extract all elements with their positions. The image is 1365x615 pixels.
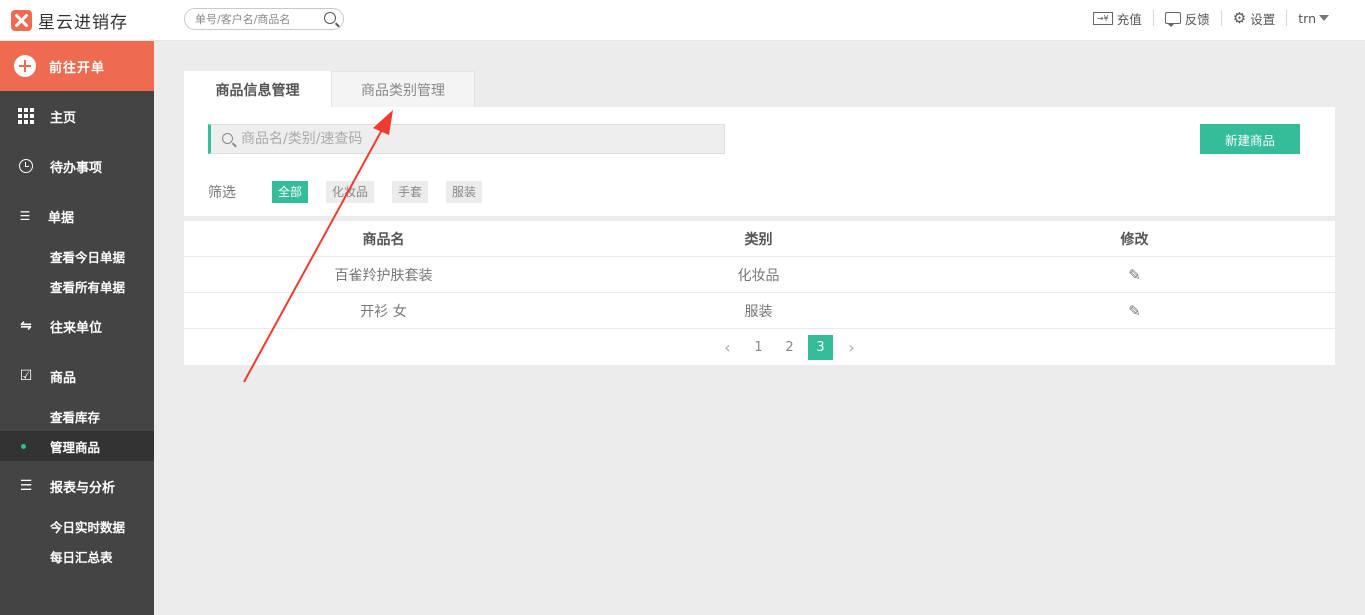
filter-chip-clothing[interactable]: 服装: [446, 181, 483, 203]
sidebar-item-label: 报表与分析: [50, 480, 116, 496]
recharge-label: 充值: [1116, 11, 1142, 27]
sidebar-subitem-inventory[interactable]: 查看库存: [0, 401, 154, 431]
recharge-icon: →¥: [1092, 11, 1113, 25]
gear-icon: ⚙: [1232, 9, 1247, 27]
table-header: 商品名 类别 修改: [184, 221, 1335, 257]
tab-bar: 商品信息管理 商品类别管理: [184, 71, 475, 107]
sidebar-item-label: 往来单位: [50, 320, 103, 336]
new-order-label: 前往开单: [49, 60, 106, 76]
list-icon: ☰: [19, 209, 31, 223]
chevron-left-icon[interactable]: ‹: [715, 335, 740, 360]
feedback-link[interactable]: 反馈: [1154, 10, 1222, 27]
filter-label: 筛选: [208, 185, 236, 201]
sidebar: 前往开单 主页 待办事项 ☰ 单据 查看今日单据 查看所有单据 ⇋ 往来单位 ☑…: [0, 41, 154, 615]
tab-product-info[interactable]: 商品信息管理: [184, 71, 331, 107]
global-search-input[interactable]: [195, 11, 315, 27]
sidebar-subitem-today-docs[interactable]: 查看今日单据: [0, 241, 154, 271]
sidebar-subitem-all-docs[interactable]: 查看所有单据: [0, 271, 154, 301]
header-actions: →¥ 充值 反馈 ⚙ 设置 trn: [1082, 9, 1329, 27]
column-header-edit: 修改: [1120, 231, 1149, 248]
caret-down-icon: [1319, 15, 1329, 21]
filter-panel: 新建商品 筛选 全部 化妆品 手套 服装: [184, 107, 1335, 216]
filter-chip-cosmetics[interactable]: 化妆品: [326, 181, 375, 203]
product-search-input[interactable]: [241, 130, 711, 148]
user-name: trn: [1298, 10, 1316, 26]
cell-category: 服装: [744, 303, 773, 320]
clock-icon: [18, 159, 34, 173]
cell-product-name: 开衫 女: [360, 303, 407, 320]
sidebar-item-home[interactable]: 主页: [0, 91, 154, 141]
app-logo[interactable]: 星云进销存: [11, 8, 128, 33]
filter-chip-all[interactable]: 全部: [272, 181, 309, 203]
sidebar-item-label: 主页: [50, 110, 77, 126]
sidebar-item-label: 商品: [50, 370, 77, 386]
column-header-category: 类别: [744, 231, 773, 248]
cell-category: 化妆品: [737, 267, 780, 284]
clipboard-check-icon: ☑: [19, 368, 33, 384]
user-menu[interactable]: trn: [1287, 10, 1329, 26]
feedback-label: 反馈: [1184, 11, 1210, 27]
edit-cell: ✎: [934, 266, 1335, 284]
settings-label: 设置: [1250, 11, 1276, 27]
report-lines-icon: ☰: [19, 478, 33, 494]
sidebar-item-partners[interactable]: ⇋ 往来单位: [0, 301, 154, 351]
logo-icon: [11, 10, 32, 31]
pagination: ‹ 1 2 3 ›: [184, 329, 1335, 365]
swap-arrows-icon: ⇋: [20, 318, 32, 334]
sidebar-item-label: 单据: [48, 210, 75, 226]
pencil-icon[interactable]: ✎: [1128, 302, 1141, 320]
edit-cell: ✎: [934, 302, 1335, 320]
sidebar-item-reports[interactable]: ☰ 报表与分析: [0, 461, 154, 511]
sidebar-item-products[interactable]: ☑ 商品: [0, 351, 154, 401]
new-order-button[interactable]: 前往开单: [0, 41, 154, 91]
global-search[interactable]: [184, 8, 344, 30]
sidebar-subitem-manage-products[interactable]: 管理商品: [0, 431, 154, 461]
sidebar-subitem-daily-summary[interactable]: 每日汇总表: [0, 541, 154, 571]
table-row: 百雀羚护肤套装 化妆品 ✎: [184, 257, 1335, 293]
feedback-icon: [1164, 12, 1181, 27]
sidebar-subitem-realtime[interactable]: 今日实时数据: [0, 511, 154, 541]
settings-link[interactable]: ⚙ 设置: [1222, 9, 1288, 27]
chevron-right-icon[interactable]: ›: [839, 335, 864, 360]
page-1[interactable]: 1: [746, 335, 771, 360]
cell-product-name: 百雀羚护肤套装: [334, 267, 433, 284]
page-3[interactable]: 3: [808, 334, 833, 360]
sidebar-item-label: 待办事项: [50, 160, 103, 176]
new-product-button[interactable]: 新建商品: [1200, 124, 1300, 154]
top-header: 星云进销存 →¥ 充值 反馈 ⚙ 设置 trn: [0, 0, 1365, 41]
product-search[interactable]: [208, 124, 725, 154]
search-icon: [222, 133, 233, 144]
sidebar-item-documents[interactable]: ☰ 单据: [0, 191, 154, 241]
tab-product-category[interactable]: 商品类别管理: [331, 71, 475, 107]
table-row: 开衫 女 服装 ✎: [184, 293, 1335, 329]
filter-chip-gloves[interactable]: 手套: [392, 181, 429, 203]
sidebar-item-todo[interactable]: 待办事项: [0, 141, 154, 191]
search-icon[interactable]: [324, 12, 336, 24]
plus-icon: [14, 55, 36, 77]
filter-row: 筛选 全部 化妆品 手套 服装: [208, 181, 500, 203]
product-table: 商品名 类别 修改 百雀羚护肤套装 化妆品 ✎ 开衫 女 服装 ✎ ‹ 1 2 …: [184, 221, 1335, 365]
column-header-name: 商品名: [362, 231, 405, 248]
pencil-icon[interactable]: ✎: [1128, 266, 1141, 284]
app-name: 星云进销存: [38, 13, 128, 33]
recharge-link[interactable]: →¥ 充值: [1082, 10, 1154, 27]
grid-icon: [18, 108, 34, 124]
page-2[interactable]: 2: [777, 335, 802, 360]
